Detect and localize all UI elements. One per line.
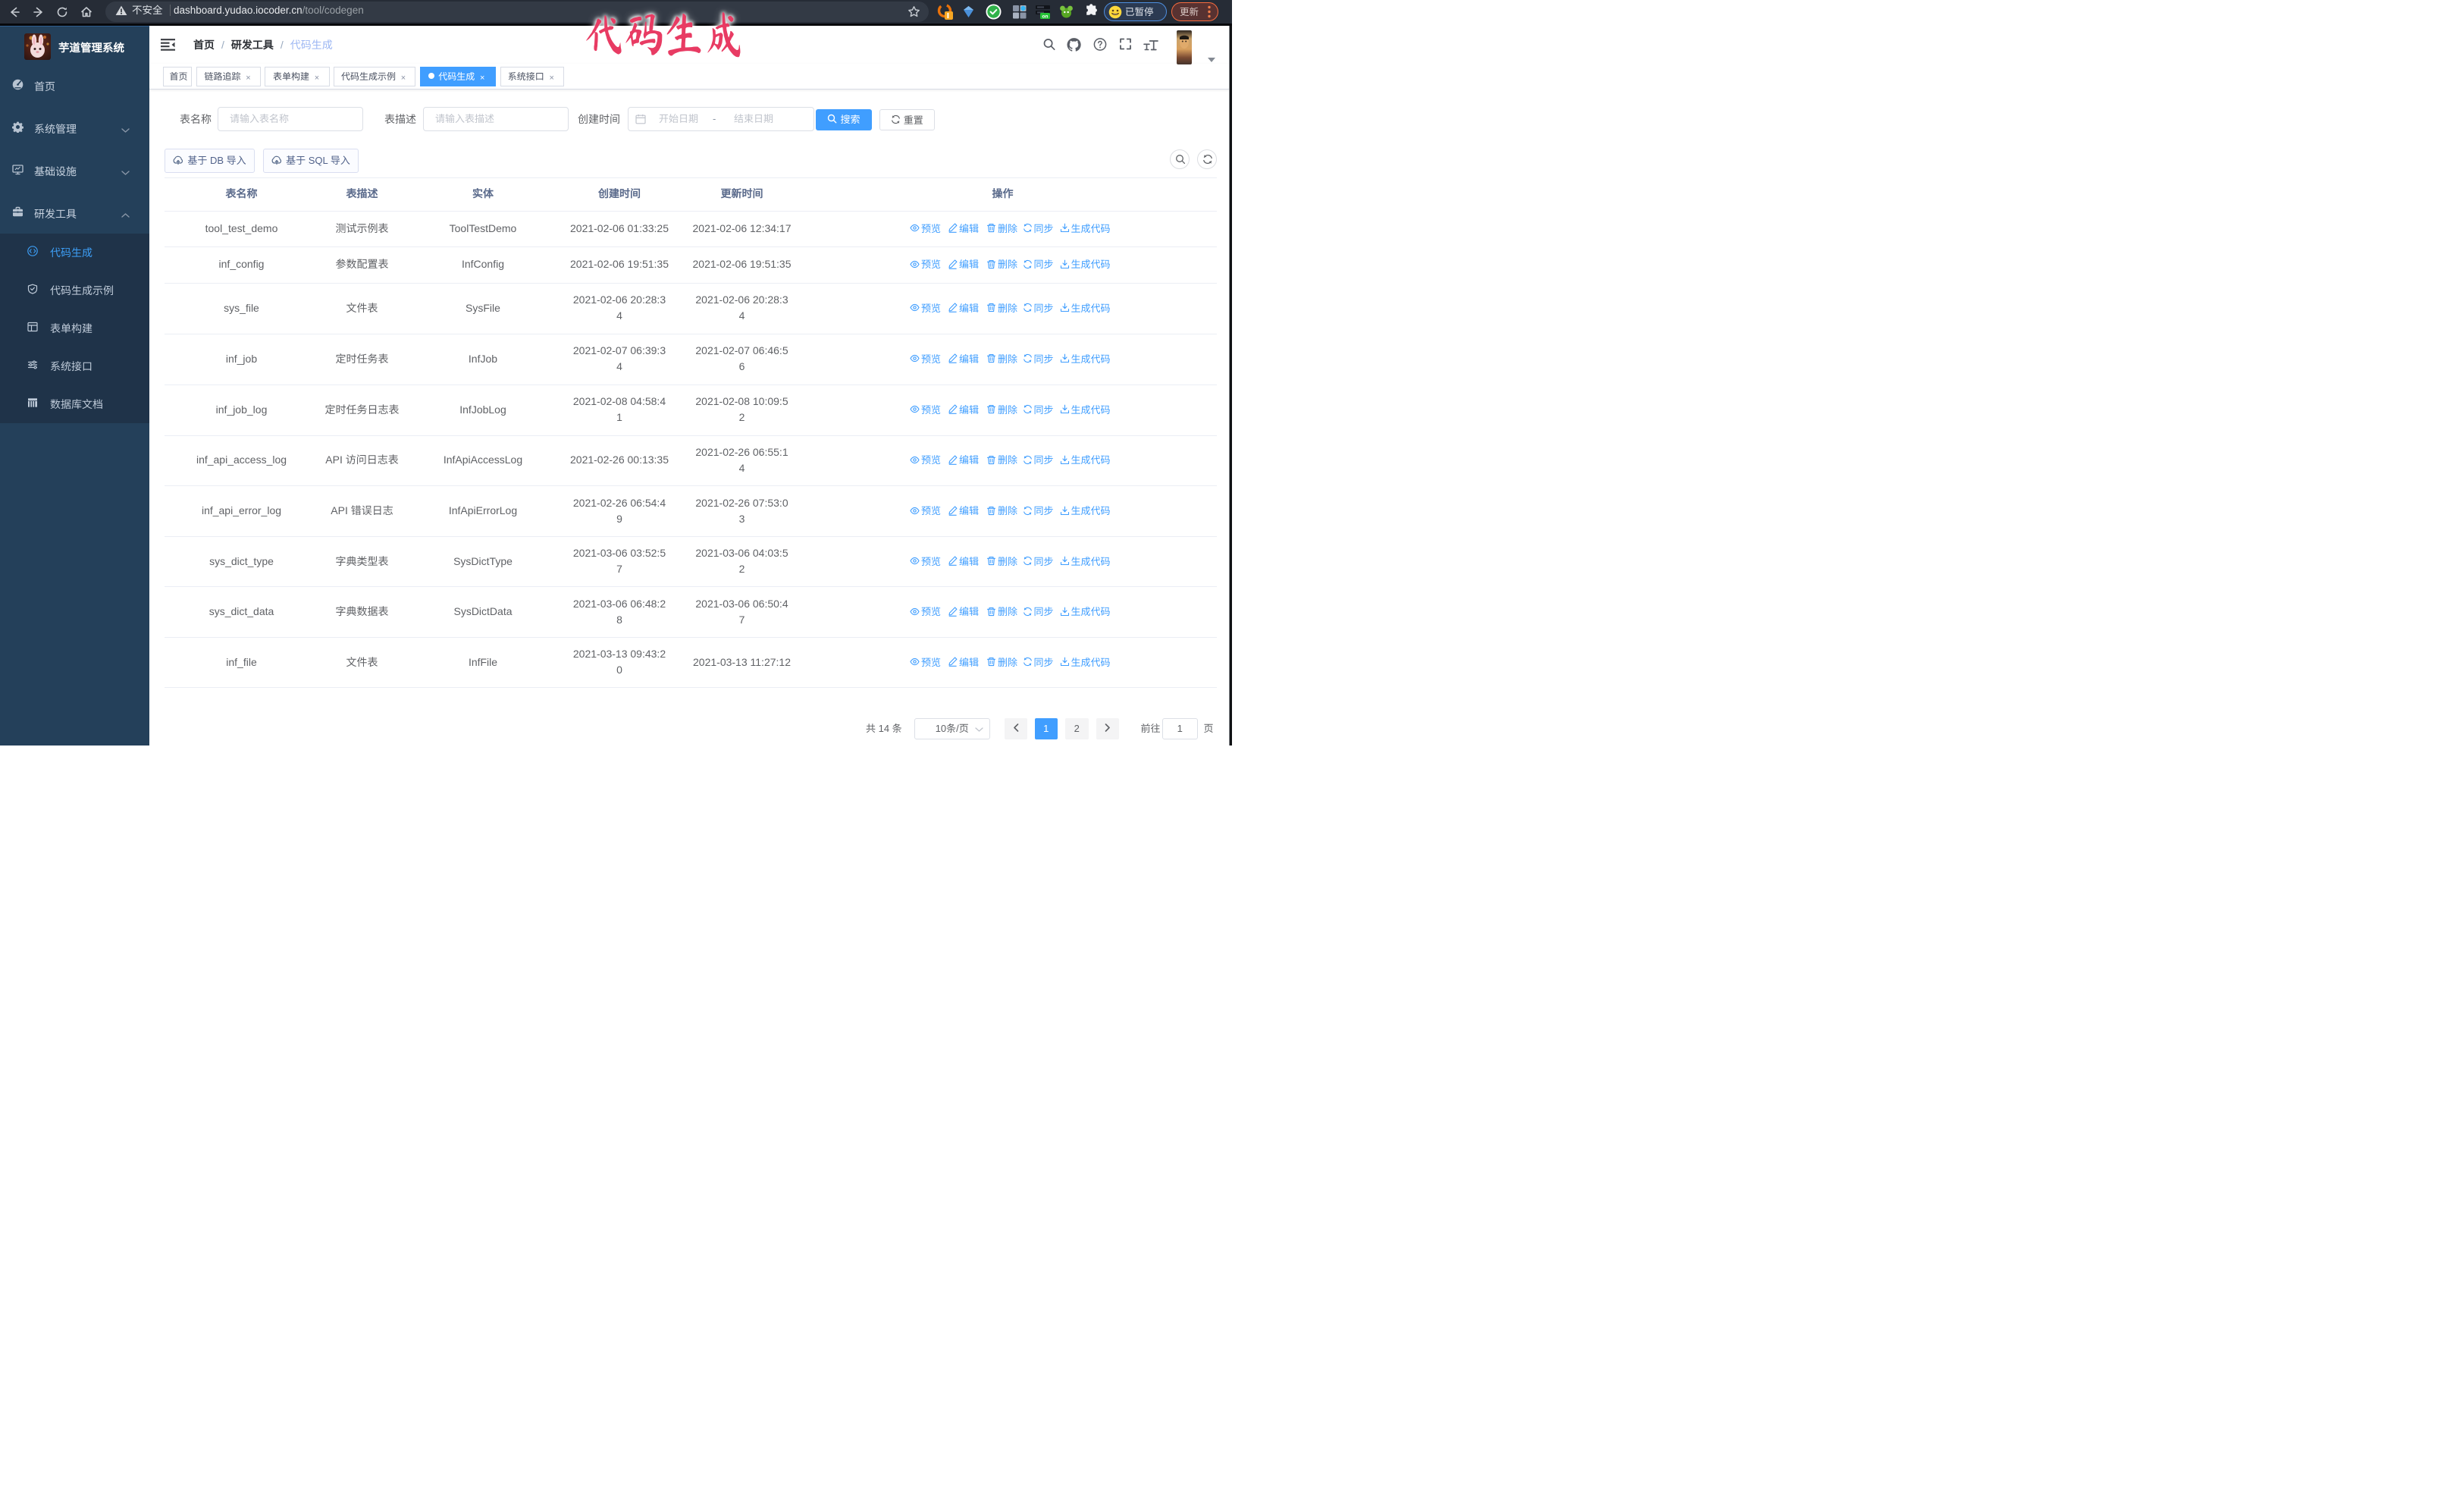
svg-text:on: on — [1042, 14, 1049, 19]
